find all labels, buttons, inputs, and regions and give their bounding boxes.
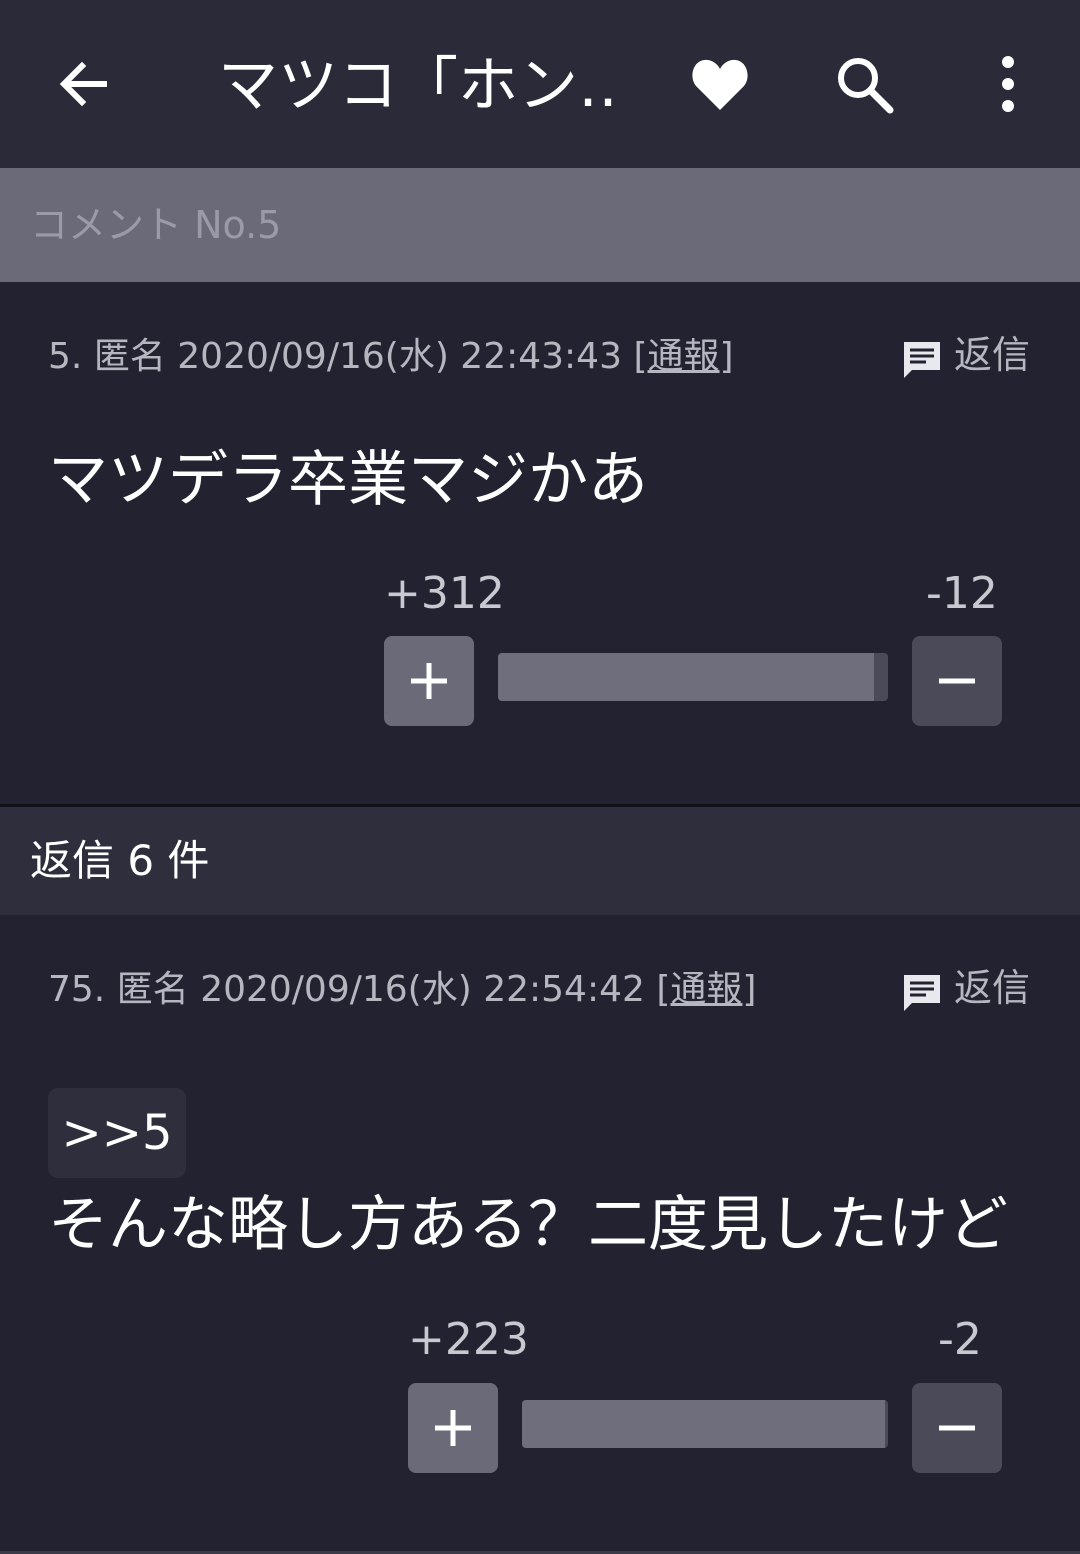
plus-icon bbox=[411, 663, 447, 699]
report-link[interactable]: [通報] bbox=[656, 969, 756, 1010]
comment-card: 75. 匿名 2020/09/16(水) 22:54:42 [通報] 返信 >>… bbox=[0, 915, 1080, 1551]
minus-score: -2 bbox=[938, 1314, 982, 1365]
minus-icon bbox=[939, 678, 975, 684]
quote-anchor-link[interactable]: >>5 bbox=[48, 1088, 186, 1178]
comment-body: そんな略し方ある？二度見したけど bbox=[48, 1190, 1008, 1260]
vote-ratio-bar bbox=[498, 653, 888, 701]
comment-author: 匿名 bbox=[116, 969, 189, 1010]
comment-icon bbox=[904, 975, 940, 1011]
minus-button[interactable] bbox=[912, 636, 1002, 726]
reply-button[interactable]: 返信 bbox=[902, 963, 1042, 1013]
reply-label: 返信 bbox=[954, 333, 1031, 377]
page-title: マツコ「ホン… bbox=[218, 51, 618, 121]
vote-ratio-fill bbox=[498, 653, 874, 701]
search-icon[interactable] bbox=[834, 54, 894, 114]
comment-meta: 75. 匿名 2020/09/16(水) 22:54:42 [通報] bbox=[48, 965, 756, 1015]
vote-ratio-bar bbox=[522, 1400, 888, 1448]
report-link[interactable]: [通報] bbox=[633, 336, 733, 377]
replies-count: 返信 6 件 bbox=[30, 836, 210, 885]
minus-button[interactable] bbox=[912, 1383, 1002, 1473]
section-header: コメント No.5 bbox=[0, 168, 1080, 282]
comment-timestamp: 2020/09/16(水) 22:43:43 bbox=[177, 336, 622, 377]
plus-score: +223 bbox=[408, 1314, 529, 1365]
app-bar: マツコ「ホン… bbox=[0, 0, 1080, 168]
arrow-left-icon[interactable] bbox=[56, 56, 112, 112]
plus-button[interactable] bbox=[408, 1383, 498, 1473]
minus-score: -12 bbox=[926, 568, 998, 619]
comment-number: 75. bbox=[48, 969, 106, 1010]
plus-icon bbox=[435, 1410, 471, 1446]
section-label: コメント No.5 bbox=[30, 203, 282, 247]
comment-card: 5. 匿名 2020/09/16(水) 22:43:43 [通報] 返信 マツデ… bbox=[0, 282, 1080, 804]
comment-meta: 5. 匿名 2020/09/16(水) 22:43:43 [通報] bbox=[48, 332, 734, 382]
replies-header: 返信 6 件 bbox=[0, 807, 1080, 915]
more-vertical-icon[interactable] bbox=[990, 56, 1026, 112]
comment-author: 匿名 bbox=[93, 336, 166, 377]
comment-body: マツデラ卒業マジかあ bbox=[48, 445, 648, 515]
comment-number: 5. bbox=[48, 336, 83, 377]
reply-button[interactable]: 返信 bbox=[902, 330, 1042, 380]
minus-icon bbox=[939, 1425, 975, 1431]
plus-button[interactable] bbox=[384, 636, 474, 726]
reply-label: 返信 bbox=[954, 966, 1031, 1010]
comment-icon bbox=[904, 342, 940, 378]
vote-ratio-fill bbox=[522, 1400, 885, 1448]
heart-icon[interactable] bbox=[690, 56, 750, 112]
comment-timestamp: 2020/09/16(水) 22:54:42 bbox=[200, 969, 645, 1010]
plus-score: +312 bbox=[384, 568, 505, 619]
